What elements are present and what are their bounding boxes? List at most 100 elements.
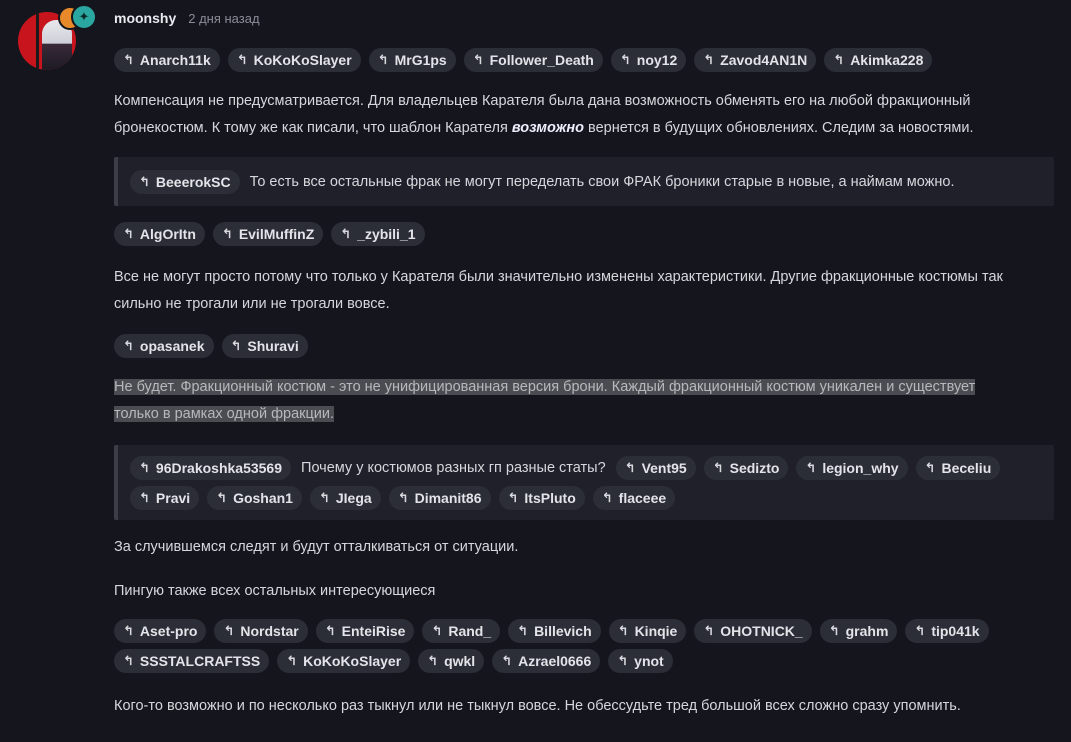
mention-username: AlgOrItn [139, 226, 196, 242]
mention-username: Pravi [155, 490, 191, 506]
reply-icon: ↰ [805, 460, 817, 475]
mention-chip[interactable]: ↰ ItsPluto [498, 486, 585, 510]
reply-icon: ↰ [139, 460, 150, 475]
mention-username: opasanek [139, 338, 205, 354]
quote-1-user-chip[interactable]: ↰ BeeerokSC [130, 169, 240, 194]
avatar-stripe [36, 12, 39, 70]
mention-chip[interactable]: ↰ noy12 [610, 48, 687, 72]
reply-icon: ↰ [230, 338, 242, 353]
mention-chip[interactable]: ↰ legion_why [796, 456, 908, 480]
mention-row-4: ↰ Aset-pro ↰ Nordstar ↰ EnteiRise ↰ Rand_ ↰ Bille… [114, 619, 1054, 673]
paragraph-1: Компенсация не предусматривается. Для вл… [114, 88, 1054, 142]
reply-icon: ↰ [123, 52, 134, 67]
reply-icon: ↰ [324, 623, 336, 638]
mention-username: grahm [845, 623, 889, 639]
mention-chip[interactable]: ↰ KoKoKoSlayer [227, 48, 361, 72]
mention-username: qwkl [444, 653, 476, 669]
reply-icon: ↰ [123, 653, 134, 668]
reply-icon: ↰ [617, 623, 629, 638]
quote-2-user-chip[interactable]: ↰ 96Drakoshka53569 [130, 456, 292, 480]
reply-icon: ↰ [828, 623, 840, 638]
mention-chip[interactable]: ↰ AlgOrItn [114, 222, 205, 246]
mention-row-3: ↰ opasanek ↰ Shuravi [114, 334, 1054, 358]
reply-icon: ↰ [427, 653, 439, 668]
mention-chip[interactable]: ↰ tip041k [905, 619, 989, 643]
mention-chip[interactable]: ↰ MrG1ps [368, 48, 456, 72]
mention-username: Shuravi [247, 338, 299, 354]
reply-icon: ↰ [914, 623, 926, 638]
mention-chip[interactable]: ↰ Zavod4AN1N [694, 48, 817, 72]
mention-username: KoKoKoSlayer [303, 653, 402, 669]
paragraph-3-line-2: только в рамках одной фракции. [114, 406, 335, 422]
mention-chip[interactable]: ↰ OHOTNICK_ [694, 619, 812, 643]
comment-header: moonshy 2 дня назад [114, 10, 260, 26]
star-badge-icon: ✦ [71, 4, 97, 30]
mention-username: Beceliu [941, 460, 992, 476]
paragraph-5: Пингую также всех остальных интересующие… [114, 583, 436, 599]
mention-username: Follower_Death [489, 52, 594, 68]
reply-icon: ↰ [472, 52, 484, 67]
mention-chip[interactable]: ↰ KoKoKoSlayer [277, 649, 411, 673]
mention-username: EvilMuffinZ [238, 226, 315, 242]
reply-icon: ↰ [617, 653, 629, 668]
reply-icon: ↰ [123, 338, 134, 353]
mention-chip[interactable]: ↰ JIega [309, 486, 381, 510]
quote-1-user: BeeerokSC [155, 173, 231, 190]
reply-icon: ↰ [340, 226, 352, 241]
paragraph-2: Все не могут просто потому что только у … [114, 269, 1003, 312]
mention-chip[interactable]: ↰ grahm [819, 619, 898, 643]
mention-username: Azrael0666 [518, 653, 592, 669]
reply-icon: ↰ [601, 490, 613, 505]
reply-icon: ↰ [833, 52, 845, 67]
mention-chip[interactable]: ↰ Pravi [130, 486, 200, 510]
mention-username: SSSTALCRAFTSS [139, 653, 261, 669]
mention-chip[interactable]: ↰ Nordstar [214, 619, 308, 643]
mention-chip[interactable]: ↰ Follower_Death [463, 48, 603, 72]
mention-username: JIega [335, 490, 372, 506]
reply-icon: ↰ [431, 623, 443, 638]
mention-chip[interactable]: ↰ EnteiRise [315, 619, 415, 643]
mention-username: 96Drakoshka53569 [155, 460, 283, 476]
mention-chip[interactable]: ↰ ynot [608, 649, 673, 673]
paragraph-1-text-b: вернется в будущих обновлениях. Следим з… [584, 120, 974, 136]
mention-username: _zybili_1 [357, 226, 416, 242]
mention-chip[interactable]: ↰ flaceee [592, 486, 676, 510]
reply-icon: ↰ [216, 490, 228, 505]
mention-chip[interactable]: ↰ Dimanit86 [388, 486, 491, 510]
mention-username: OHOTNICK_ [720, 623, 803, 639]
reply-icon: ↰ [223, 623, 235, 638]
mention-chip[interactable]: ↰ Aset-pro [114, 619, 207, 643]
mention-chip[interactable]: ↰ Akimka228 [824, 48, 933, 72]
reply-icon: ↰ [703, 623, 715, 638]
mention-chip[interactable]: ↰ Sedizto [703, 456, 789, 480]
reply-icon: ↰ [507, 490, 519, 505]
mention-chip[interactable]: ↰ _zybili_1 [331, 222, 425, 246]
reply-icon: ↰ [501, 653, 513, 668]
mention-chip[interactable]: ↰ qwkl [418, 649, 485, 673]
reply-icon: ↰ [712, 460, 724, 475]
mention-chip[interactable]: ↰ Kinqie [608, 619, 687, 643]
mention-chip[interactable]: ↰ Rand_ [422, 619, 501, 643]
mention-username: legion_why [822, 460, 899, 476]
mention-chip[interactable]: ↰ Billevich [508, 619, 601, 643]
mention-username: MrG1ps [394, 52, 447, 68]
mention-chip[interactable]: ↰ Beceliu [915, 456, 1001, 480]
mention-chip[interactable]: ↰ SSSTALCRAFTSS [114, 649, 270, 673]
mention-username: tip041k [931, 623, 980, 639]
mention-username: ynot [634, 653, 664, 669]
mention-username: Aset-pro [139, 623, 198, 639]
mention-chip[interactable]: ↰ EvilMuffinZ [212, 222, 324, 246]
reply-icon: ↰ [924, 460, 936, 475]
reply-icon: ↰ [139, 173, 150, 189]
mention-chip[interactable]: ↰ Goshan1 [207, 486, 302, 510]
mention-chip[interactable]: ↰ opasanek [114, 334, 214, 358]
quote-block-2: ↰ 96Drakoshka53569 Почему у костюмов разны… [114, 445, 1054, 520]
mention-username: Vent95 [641, 460, 687, 476]
paragraph-3-line-1: Не будет. Фракционный костюм - это не ун… [114, 379, 976, 395]
username[interactable]: moonshy [114, 10, 176, 26]
mention-chip[interactable]: ↰ Azrael0666 [492, 649, 601, 673]
mention-chip[interactable]: ↰ Anarch11k [114, 48, 220, 72]
mention-chip[interactable]: ↰ Shuravi [221, 334, 308, 358]
paragraph-4: За случившемся следят и будут отталкиват… [114, 539, 519, 555]
mention-chip[interactable]: ↰ Vent95 [615, 456, 696, 480]
